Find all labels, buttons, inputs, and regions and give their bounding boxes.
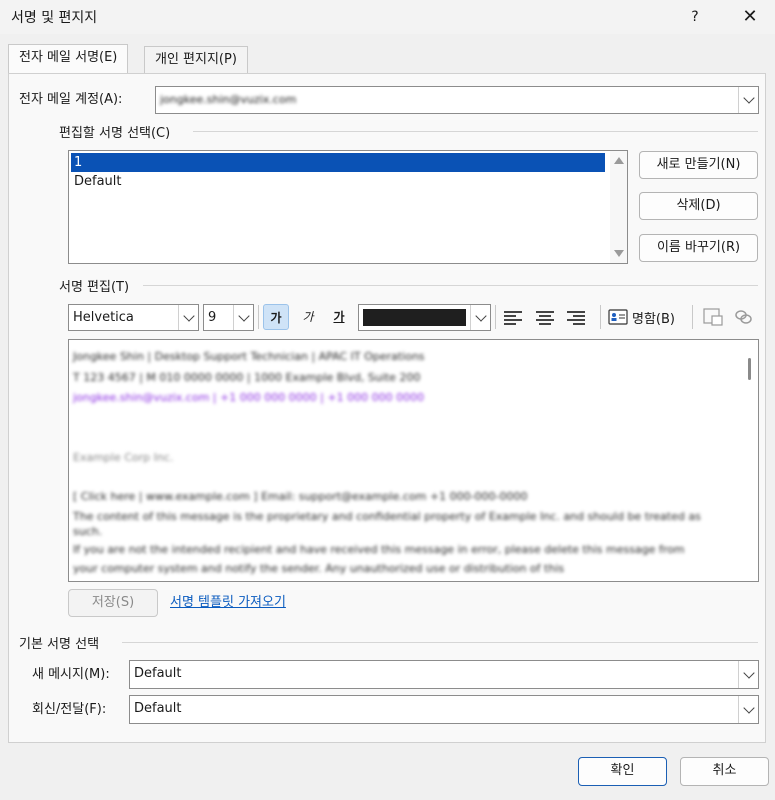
toolbar-separator xyxy=(495,305,496,329)
signature-editor[interactable]: Jongkee Shin | Desktop Support Technicia… xyxy=(68,339,759,582)
scroll-up-icon[interactable] xyxy=(614,157,624,164)
font-color-select[interactable] xyxy=(358,304,491,331)
help-button[interactable]: ? xyxy=(680,3,710,31)
underline-button[interactable]: 가 xyxy=(326,304,352,330)
font-family-value: Helvetica xyxy=(73,310,134,325)
select-signature-label: 편집할 서명 선택(C) xyxy=(59,126,171,141)
business-card-label: 명함(B) xyxy=(632,311,675,327)
align-center-icon[interactable] xyxy=(536,311,554,325)
new-signature-button[interactable]: 새로 만들기(N) xyxy=(639,151,758,179)
new-messages-select[interactable]: Default xyxy=(129,660,759,689)
hyperlink-icon[interactable] xyxy=(733,307,755,331)
font-family-select[interactable]: Helvetica xyxy=(68,304,199,331)
account-select[interactable]: jongkee.shin@vuzix.com xyxy=(155,86,759,114)
replies-label: 회신/전달(F): xyxy=(32,702,107,717)
save-button[interactable]: 저장(S) xyxy=(68,589,158,617)
scrollbar[interactable] xyxy=(741,340,758,581)
divider xyxy=(193,131,758,132)
scrollbar[interactable] xyxy=(610,151,627,263)
replies-select[interactable]: Default xyxy=(129,695,759,724)
divider xyxy=(143,285,758,286)
chevron-down-icon xyxy=(233,305,253,330)
signature-line: such. xyxy=(73,525,103,538)
scrollbar-thumb[interactable] xyxy=(748,358,751,380)
divider xyxy=(122,642,758,643)
signature-line: T 123 4567 | M 010 0000 0000 | 1000 Exam… xyxy=(73,371,421,384)
signature-line: If you are not the intended recipient an… xyxy=(73,543,685,556)
signature-line: The content of this message is the propr… xyxy=(73,510,701,523)
rename-signature-button[interactable]: 이름 바꾸기(R) xyxy=(639,234,758,262)
new-messages-label: 새 메시지(M): xyxy=(32,667,110,682)
signature-line: jongkee.shin@vuzix.com | +1 000 000 0000… xyxy=(73,391,425,404)
window-title: 서명 및 편지지 xyxy=(11,10,98,26)
tab-email-signature[interactable]: 전자 메일 서명(E) xyxy=(8,44,129,74)
new-messages-value: Default xyxy=(134,666,182,681)
toolbar-separator xyxy=(692,305,693,329)
delete-signature-button[interactable]: 삭제(D) xyxy=(639,192,758,220)
toolbar-separator xyxy=(258,305,259,329)
toolbar-separator xyxy=(600,305,601,329)
business-card-icon xyxy=(608,309,628,325)
align-right-icon[interactable] xyxy=(567,311,585,325)
insert-picture-icon[interactable] xyxy=(702,307,724,331)
close-icon[interactable]: ✕ xyxy=(733,3,767,31)
chevron-down-icon xyxy=(738,87,758,113)
chevron-down-icon xyxy=(178,305,198,330)
font-color-swatch xyxy=(363,309,466,326)
title-bar xyxy=(0,0,775,34)
signature-list[interactable]: 1 Default xyxy=(68,150,628,264)
cancel-button[interactable]: 취소 xyxy=(680,757,769,786)
scroll-down-icon[interactable] xyxy=(614,250,624,257)
chevron-down-icon xyxy=(738,696,758,723)
default-signature-label: 기본 서명 선택 xyxy=(19,637,100,652)
edit-signature-label: 서명 편집(T) xyxy=(59,280,130,295)
replies-value: Default xyxy=(134,701,182,716)
chevron-down-icon xyxy=(738,661,758,688)
signature-line: [ Click here | www.example.com ] Email: … xyxy=(73,490,528,503)
get-templates-link[interactable]: 서명 템플릿 가져오기 xyxy=(170,591,286,610)
account-value: jongkee.shin@vuzix.com xyxy=(160,93,297,106)
italic-button[interactable]: 가 xyxy=(295,304,321,330)
list-item[interactable]: Default xyxy=(71,172,605,191)
signature-line: your computer system and notify the send… xyxy=(73,562,565,575)
bold-button[interactable]: 가 xyxy=(263,304,289,330)
signature-line: Jongkee Shin | Desktop Support Technicia… xyxy=(73,350,425,363)
account-label: 전자 메일 계정(A): xyxy=(19,92,123,107)
font-size-select[interactable]: 9 xyxy=(203,304,254,331)
list-item[interactable]: 1 xyxy=(71,153,605,172)
ok-button[interactable]: 확인 xyxy=(578,757,667,786)
align-left-icon[interactable] xyxy=(504,311,522,325)
business-card-button[interactable]: 명함(B) xyxy=(608,306,675,328)
tab-personal-stationery[interactable]: 개인 편지지(P) xyxy=(144,46,248,73)
signature-line: Example Corp Inc. xyxy=(73,451,174,464)
chevron-down-icon xyxy=(470,305,490,330)
font-size-value: 9 xyxy=(208,310,217,325)
